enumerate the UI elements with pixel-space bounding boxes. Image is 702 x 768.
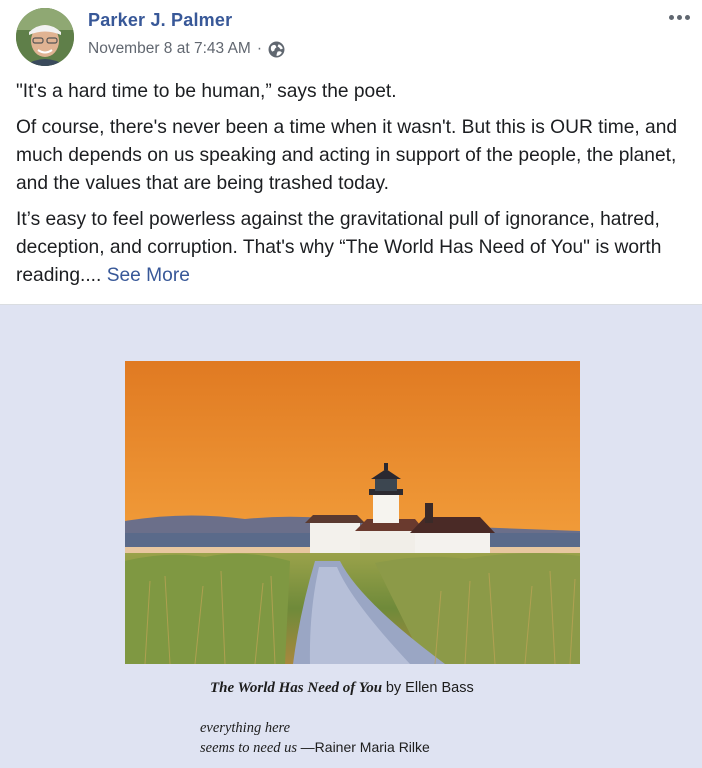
avatar[interactable] bbox=[16, 8, 74, 66]
epigraph-line: seems to need us —Rainer Maria Rilke bbox=[200, 738, 430, 758]
epigraph-attribution: —Rainer Maria Rilke bbox=[300, 739, 430, 755]
post-text: "It's a hard time to be human,” says the… bbox=[16, 78, 692, 298]
globe-icon[interactable] bbox=[268, 41, 285, 58]
post-paragraph: "It's a hard time to be human,” says the… bbox=[16, 81, 397, 102]
more-dot bbox=[676, 14, 682, 20]
caption-title: The World Has Need of You bbox=[210, 680, 383, 696]
post-timestamp[interactable]: November 8 at 7:43 AM bbox=[88, 40, 251, 58]
caption-author: by Ellen Bass bbox=[385, 680, 474, 696]
epigraph-line: everything here bbox=[200, 720, 291, 736]
more-options-icon[interactable] bbox=[666, 10, 692, 24]
post-paragraph: Of course, there's never been a time whe… bbox=[16, 117, 678, 194]
avatar-photo bbox=[16, 8, 74, 66]
epigraph: everything here seems to need us —Rainer… bbox=[200, 719, 430, 758]
post-meta: November 8 at 7:43 AM · bbox=[88, 40, 285, 58]
facebook-post: Parker J. Palmer November 8 at 7:43 AM ·… bbox=[0, 0, 702, 768]
post-paragraph: It’s easy to feel powerless against the … bbox=[16, 206, 692, 290]
lighthouse-image bbox=[125, 361, 580, 664]
image-caption: The World Has Need of You by Ellen Bass bbox=[210, 680, 474, 697]
author-name[interactable]: Parker J. Palmer bbox=[88, 10, 232, 31]
meta-separator: · bbox=[256, 40, 263, 57]
more-dot bbox=[668, 14, 674, 20]
epigraph-text: seems to need us bbox=[200, 740, 298, 756]
lighthouse-photo bbox=[125, 361, 580, 664]
see-more-link[interactable]: See More bbox=[107, 265, 190, 286]
post-image[interactable]: The World Has Need of You by Ellen Bass … bbox=[0, 305, 702, 768]
more-dot bbox=[684, 14, 690, 20]
